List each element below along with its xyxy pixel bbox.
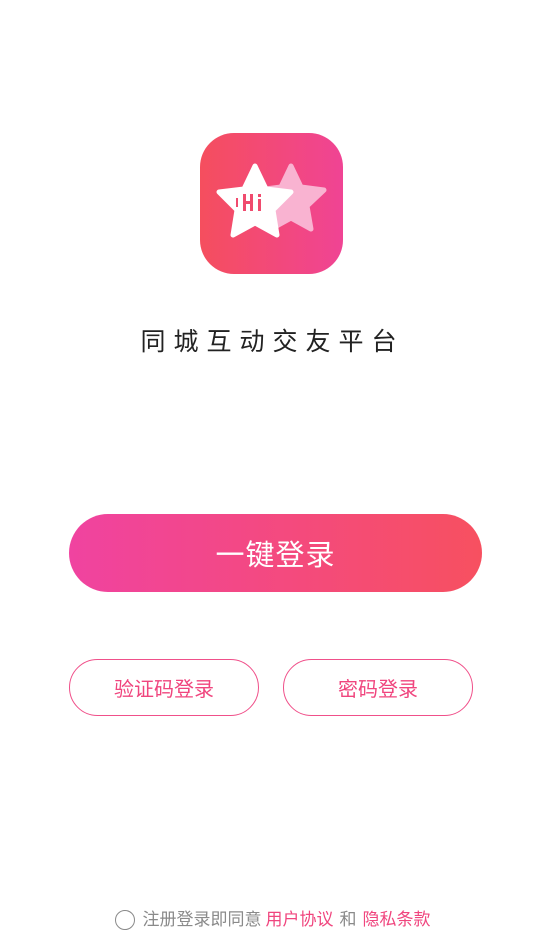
agreement-checkbox[interactable]: [114, 910, 135, 930]
app-tagline: 同城互动交友平台: [140, 327, 405, 356]
sms-login-button[interactable]: 验证码登录: [69, 659, 259, 716]
agreement-prefix: 注册登录即同意: [142, 910, 262, 930]
one-click-login-button[interactable]: 一键登录: [69, 514, 482, 592]
app-logo: Hi: [200, 133, 343, 274]
agreement-conjunction: 和: [339, 910, 357, 930]
user-agreement-link[interactable]: 用户协议: [266, 908, 334, 932]
agreement-row: 注册登录即同意 用户协议 和 隐私条款: [0, 908, 545, 932]
privacy-policy-link[interactable]: 隐私条款: [363, 908, 431, 932]
star-logo-icon: [216, 163, 327, 238]
password-login-button[interactable]: 密码登录: [283, 659, 473, 716]
